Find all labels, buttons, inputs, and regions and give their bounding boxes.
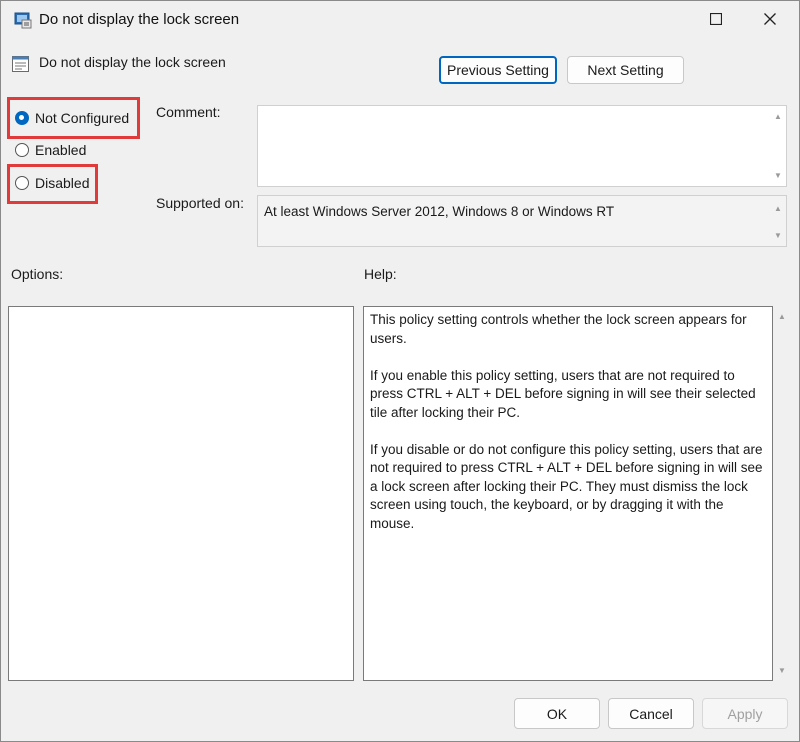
help-paragraph: If you disable or do not configure this … bbox=[370, 441, 763, 531]
comment-label: Comment: bbox=[156, 104, 221, 120]
cancel-button[interactable]: Cancel bbox=[608, 698, 694, 729]
radio-not-configured[interactable]: Not Configured bbox=[15, 110, 129, 126]
apply-button[interactable]: Apply bbox=[702, 698, 788, 729]
supported-on-label: Supported on: bbox=[156, 195, 244, 211]
scroll-down-icon[interactable]: ▼ bbox=[778, 666, 786, 675]
group-policy-icon bbox=[13, 10, 33, 30]
radio-disabled[interactable]: Disabled bbox=[15, 175, 89, 191]
help-paragraph: This policy setting controls whether the… bbox=[370, 312, 747, 346]
radio-enabled-label: Enabled bbox=[35, 142, 87, 158]
window-title: Do not display the lock screen bbox=[39, 11, 240, 28]
scroll-up-icon[interactable]: ▲ bbox=[778, 312, 786, 321]
scroll-up-icon[interactable]: ▲ bbox=[774, 112, 782, 121]
close-icon bbox=[764, 12, 776, 28]
help-label: Help: bbox=[364, 266, 397, 282]
scroll-down-icon[interactable]: ▼ bbox=[774, 171, 782, 180]
help-scrollbar[interactable]: ▲ ▼ bbox=[774, 306, 790, 681]
title-bar: Do not display the lock screen bbox=[1, 1, 799, 39]
previous-setting-button[interactable]: Previous Setting bbox=[439, 56, 557, 84]
radio-enabled-indicator bbox=[15, 143, 29, 157]
options-label: Options: bbox=[11, 266, 64, 282]
supported-scrollbar[interactable]: ▲ ▼ bbox=[770, 196, 786, 246]
scroll-down-icon[interactable]: ▼ bbox=[774, 231, 782, 240]
ok-button[interactable]: OK bbox=[514, 698, 600, 729]
options-panel bbox=[8, 306, 354, 681]
comment-field[interactable]: ▲ ▼ bbox=[257, 105, 787, 187]
maximize-button[interactable] bbox=[693, 1, 739, 39]
supported-on-field: At least Windows Server 2012, Windows 8 … bbox=[257, 195, 787, 247]
policy-dialog: Do not display the lock screen Do not di… bbox=[0, 0, 800, 742]
radio-not-configured-label: Not Configured bbox=[35, 110, 130, 126]
radio-disabled-label: Disabled bbox=[35, 175, 90, 191]
supported-on-value: At least Windows Server 2012, Windows 8 … bbox=[264, 204, 615, 219]
help-panel: This policy setting controls whether the… bbox=[363, 306, 773, 681]
radio-enabled[interactable]: Enabled bbox=[15, 142, 86, 158]
comment-scrollbar[interactable]: ▲ ▼ bbox=[770, 106, 786, 186]
policy-setting-icon bbox=[11, 54, 31, 74]
scroll-up-icon[interactable]: ▲ bbox=[774, 204, 782, 213]
setting-name: Do not display the lock screen bbox=[39, 54, 226, 70]
help-paragraph: If you enable this policy setting, users… bbox=[370, 367, 756, 420]
radio-disabled-indicator bbox=[15, 176, 29, 190]
maximize-icon bbox=[709, 12, 723, 28]
radio-not-configured-indicator bbox=[15, 111, 29, 125]
help-text: This policy setting controls whether the… bbox=[370, 311, 770, 552]
close-button[interactable] bbox=[747, 1, 793, 39]
next-setting-button[interactable]: Next Setting bbox=[567, 56, 684, 84]
